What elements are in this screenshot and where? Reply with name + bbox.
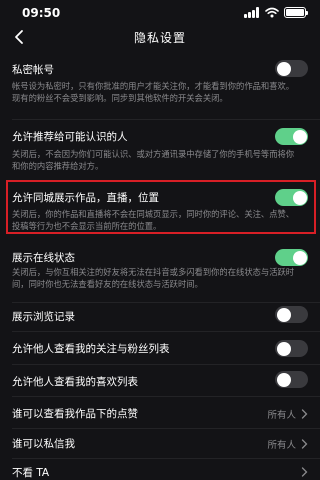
private-account-toggle[interactable] (275, 60, 308, 77)
chevron-right-icon (301, 439, 308, 449)
signal-icon (244, 7, 260, 18)
recommend-desc: 关闭后，不会因为你们可能认识、或对方通讯录中存储了你的手机号等而将你和你的内容推… (12, 149, 295, 171)
divider (12, 458, 320, 459)
private-account-desc: 帐号设为私密时，只有你批准的用户才能关注你，才能看到你的作品和喜欢。现有的粉丝不… (12, 81, 295, 103)
like-list-toggle[interactable] (275, 371, 308, 388)
city-display-desc: 关闭后，你的作品和直播将不会在同城页显示，同时你的评论、关注、点赞、投稿等行为也… (12, 209, 295, 231)
like-list-label: 允许他人查看我的喜欢列表 (12, 376, 138, 388)
status-time: 09:50 (22, 6, 61, 20)
browse-history-toggle[interactable] (275, 306, 308, 323)
city-display-toggle[interactable] (275, 189, 308, 206)
nav-bar: 隐私设置 (0, 26, 320, 48)
wifi-icon (265, 7, 279, 18)
status-bar: 09:50 (0, 0, 320, 26)
toggle-knob (276, 307, 291, 322)
recommend-label: 允许推荐给可能认识的人 (12, 131, 128, 143)
chevron-right-icon (301, 467, 308, 477)
page-title: 隐私设置 (133, 31, 186, 45)
browse-history-label: 展示浏览记录 (12, 311, 75, 323)
dm-permission-value: 所有人 (267, 440, 296, 451)
follow-list-toggle[interactable] (275, 340, 308, 357)
toggle-knob (292, 129, 307, 144)
online-status-toggle[interactable] (275, 249, 308, 266)
likes-visibility-label: 谁可以查看我作品下的点赞 (12, 408, 138, 420)
private-account-label: 私密帐号 (12, 64, 54, 76)
divider (12, 364, 320, 365)
not-see-label: 不看 TA (12, 467, 50, 479)
dm-permission-label: 谁可以私信我 (12, 438, 75, 450)
likes-visibility-value: 所有人 (267, 410, 296, 421)
status-icons (244, 7, 308, 18)
divider (12, 119, 320, 120)
online-status-label: 展示在线状态 (12, 252, 75, 264)
toggle-knob (292, 190, 307, 205)
online-status-desc: 关闭后，与你互相关注的好友将无法在抖音或多闪看到你的在线状态与活跃时间，同时你也… (12, 267, 295, 289)
city-display-label: 允许同城展示作品，直播，位置 (12, 192, 159, 204)
dm-permission-value-group[interactable]: 所有人 (267, 437, 308, 451)
toggle-knob (276, 61, 291, 76)
follow-list-label: 允许他人查看我的关注与粉丝列表 (12, 343, 170, 355)
toggle-knob (276, 341, 291, 356)
toggle-knob (276, 372, 291, 387)
toggle-knob (292, 250, 307, 265)
divider (12, 331, 320, 332)
recommend-toggle[interactable] (275, 128, 308, 145)
chevron-right-icon (301, 409, 308, 419)
divider (12, 428, 320, 429)
divider (12, 396, 320, 397)
likes-visibility-value-group[interactable]: 所有人 (267, 407, 308, 421)
battery-icon (284, 7, 308, 18)
divider (12, 302, 320, 303)
